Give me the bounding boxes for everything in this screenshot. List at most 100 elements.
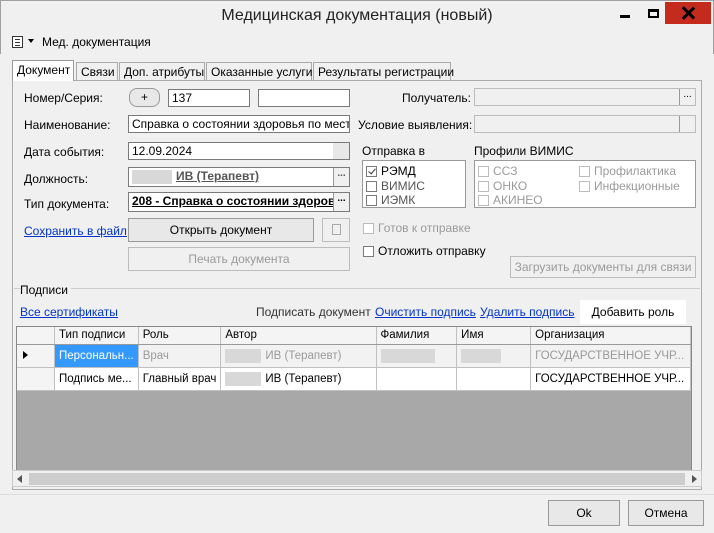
col-sign-type[interactable]: Тип подписи xyxy=(54,327,139,345)
vimis-profiles-list: ССЗ ОНКО АКИНЕО Профилактика Инфекционны… xyxy=(474,160,696,208)
checkbox-remd[interactable] xyxy=(366,165,377,177)
grid-header-row: Тип подписи Роль Автор Фамилия Имя Орган… xyxy=(17,327,691,345)
tab-registration-results[interactable]: Результаты регистрации xyxy=(313,62,454,80)
event-date-input[interactable]: 12.09.2024 xyxy=(128,142,350,160)
maximize-icon xyxy=(647,8,659,18)
send-to-label: Отправка в xyxy=(362,144,425,158)
cell-surname[interactable] xyxy=(376,344,458,368)
save-to-file-link[interactable]: Сохранить в файл xyxy=(24,224,127,238)
vimis-prevention[interactable]: Профилактика xyxy=(579,164,676,178)
window-title: Медицинская документация (новый) xyxy=(221,7,493,24)
checkbox-ready[interactable] xyxy=(363,222,374,234)
ok-button[interactable]: Ok xyxy=(548,500,620,526)
table-row[interactable]: Персональн... Врач ИВ (Терапевт) ГОСУДАР… xyxy=(17,344,691,368)
print-document-button[interactable]: Печать документа xyxy=(128,247,350,271)
doc-type-value: 208 - Справка о состоянии здоров xyxy=(132,194,336,208)
cell-organization[interactable]: ГОСУДАРСТВЕННОЕ УЧР... xyxy=(530,344,691,368)
checkbox-iemk[interactable] xyxy=(366,194,377,206)
ready-to-send[interactable]: Готов к отправке xyxy=(363,221,471,235)
row-indicator[interactable] xyxy=(17,367,55,391)
maximize-button[interactable] xyxy=(638,2,668,24)
signatures-grid: Тип подписи Роль Автор Фамилия Имя Орган… xyxy=(16,326,692,486)
table-row[interactable]: Подпись ме... Главный врач ИВ (Терапевт)… xyxy=(17,367,691,391)
sign-document-label[interactable]: Подписать документ xyxy=(256,305,371,319)
checkbox-infectious[interactable] xyxy=(579,180,590,192)
number-input[interactable]: 137 xyxy=(168,89,250,107)
menu-med-docs[interactable]: Мед. документация xyxy=(42,35,151,49)
detection-dropdown-button[interactable] xyxy=(679,116,695,132)
redacted-area xyxy=(461,348,502,363)
checkbox-prevention[interactable] xyxy=(579,165,590,177)
cell-organization[interactable]: ГОСУДАРСТВЕННОЕ УЧР... xyxy=(530,367,691,391)
send-to-remd[interactable]: РЭМД xyxy=(366,164,416,178)
add-number-button[interactable]: + xyxy=(129,88,160,107)
close-button[interactable] xyxy=(665,2,711,24)
cell-surname[interactable] xyxy=(376,367,458,391)
cell-first-name[interactable] xyxy=(456,344,532,368)
col-organization[interactable]: Организация xyxy=(530,327,691,345)
all-certificates-link[interactable]: Все сертификаты xyxy=(20,305,118,319)
tab-extra-attributes[interactable]: Доп. атрибуты xyxy=(119,62,205,80)
name-input[interactable]: Справка о состоянии здоровья по месту тр xyxy=(128,115,350,133)
col-first-name[interactable]: Имя xyxy=(456,327,532,345)
clear-signature-link[interactable]: Очистить подпись xyxy=(375,305,476,319)
position-browse-button[interactable]: ... xyxy=(333,168,349,186)
row-indicator[interactable] xyxy=(17,344,55,368)
scroll-thumb[interactable] xyxy=(29,473,685,485)
vimis-ssz[interactable]: ССЗ xyxy=(478,164,517,178)
detection-input[interactable] xyxy=(474,115,696,133)
cell-sign-type[interactable]: Подпись ме... xyxy=(54,367,139,391)
document-icon[interactable] xyxy=(12,36,23,48)
series-input[interactable] xyxy=(258,89,350,107)
vimis-onko[interactable]: ОНКО xyxy=(478,179,527,193)
recipient-browse-button[interactable]: ... xyxy=(679,89,695,105)
doc-type-browse-button[interactable]: ... xyxy=(333,193,349,211)
chevron-down-icon[interactable] xyxy=(28,39,34,43)
number-label: Номер/Серия: xyxy=(24,91,103,105)
delete-signature-link[interactable]: Удалить подпись xyxy=(480,305,575,319)
cell-role[interactable]: Врач xyxy=(138,344,222,368)
cell-first-name[interactable] xyxy=(456,367,532,391)
cell-author[interactable]: ИВ (Терапевт) xyxy=(220,367,377,391)
vimis-ssz-label: ССЗ xyxy=(493,164,518,178)
minimize-button[interactable] xyxy=(610,2,640,24)
add-role-button[interactable]: Добавить роль xyxy=(580,300,686,324)
attach-button[interactable] xyxy=(322,218,350,242)
send-to-vimis[interactable]: ВИМИС xyxy=(366,179,425,193)
event-date-label: Дата события: xyxy=(24,145,105,159)
checkbox-postpone[interactable] xyxy=(363,245,374,257)
load-docs-button[interactable]: Загрузить документы для связи xyxy=(510,256,696,278)
postpone-sending[interactable]: Отложить отправку xyxy=(363,244,486,258)
vimis-akineo[interactable]: АКИНЕО xyxy=(478,193,543,207)
cell-sign-type[interactable]: Персональн... xyxy=(54,344,139,368)
vimis-infectious[interactable]: Инфекционные xyxy=(579,179,680,193)
tab-services[interactable]: Оказанные услуги xyxy=(206,62,312,80)
open-document-button[interactable]: Открыть документ xyxy=(128,218,314,242)
col-role[interactable]: Роль xyxy=(138,327,222,345)
title-bar: Медицинская документация (новый) xyxy=(0,0,714,30)
send-to-iemk[interactable]: ИЭМК xyxy=(366,193,415,207)
checkbox-onko[interactable] xyxy=(478,180,489,192)
cell-author[interactable]: ИВ (Терапевт) xyxy=(220,344,377,368)
redacted-area xyxy=(132,169,172,184)
file-icon xyxy=(331,224,341,235)
send-to-iemk-label: ИЭМК xyxy=(381,193,416,207)
checkbox-ssz[interactable] xyxy=(478,165,489,177)
horizontal-scrollbar[interactable] xyxy=(12,470,702,487)
recipient-input[interactable]: ... xyxy=(474,88,696,106)
scroll-left-icon[interactable] xyxy=(17,475,22,483)
col-surname[interactable]: Фамилия xyxy=(376,327,458,345)
tab-document[interactable]: Документ xyxy=(12,60,74,81)
vimis-akineo-label: АКИНЕО xyxy=(493,193,543,207)
vimis-onko-label: ОНКО xyxy=(493,179,528,193)
doc-type-input[interactable]: 208 - Справка о состоянии здоров ... xyxy=(128,192,350,212)
position-input[interactable]: ИВ (Терапевт) ... xyxy=(128,167,350,187)
tab-links[interactable]: Связи xyxy=(76,62,118,80)
checkbox-akineo[interactable] xyxy=(478,194,489,206)
checkbox-vimis[interactable] xyxy=(366,180,377,192)
cancel-button[interactable]: Отмена xyxy=(628,500,704,526)
cell-role[interactable]: Главный врач xyxy=(138,367,222,391)
scroll-right-icon[interactable] xyxy=(692,475,697,483)
col-author[interactable]: Автор xyxy=(220,327,377,345)
calendar-icon[interactable] xyxy=(333,143,349,159)
